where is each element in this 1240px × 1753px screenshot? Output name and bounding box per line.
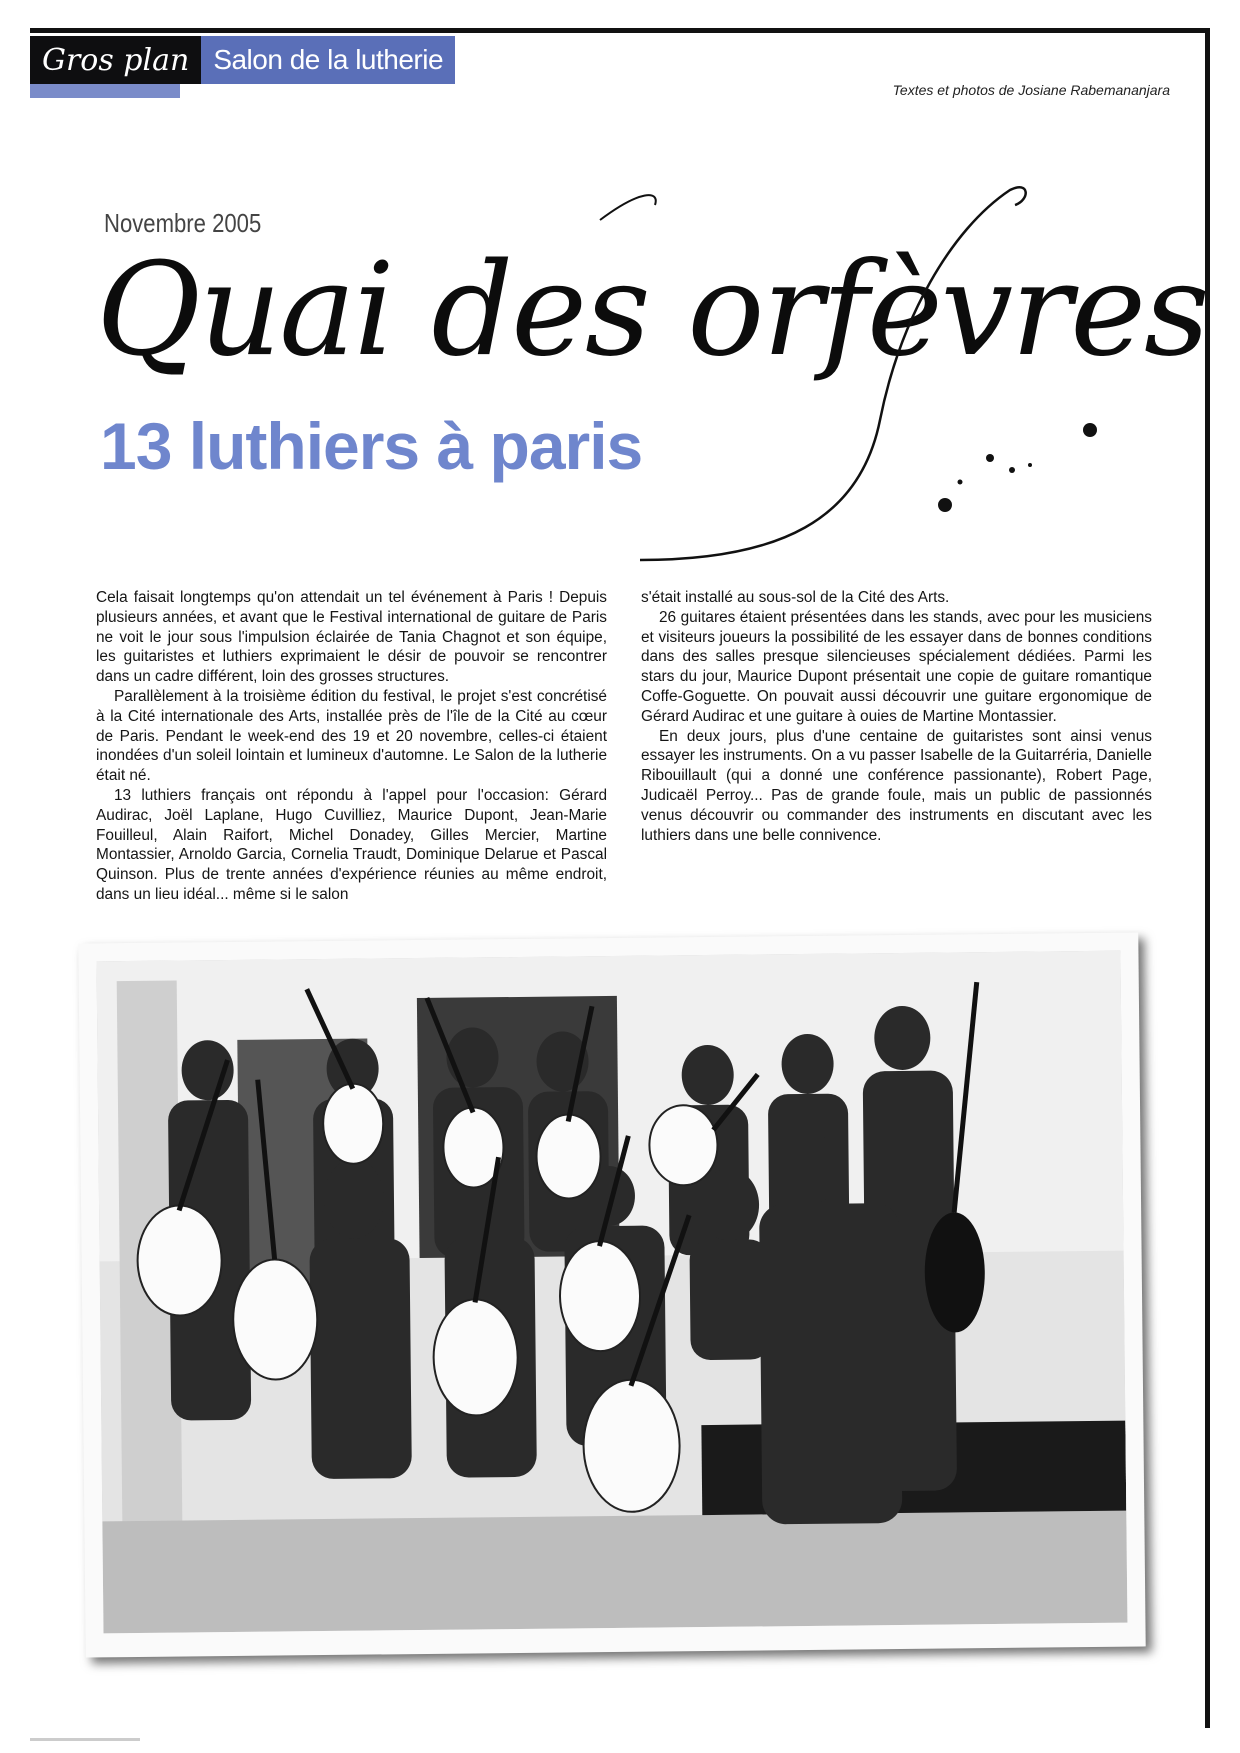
- credits: Textes et photos de Josiane Rabemananjar…: [892, 82, 1170, 98]
- article-date: Novembre 2005: [104, 208, 262, 238]
- page-footer-mark: [30, 1738, 140, 1741]
- tag-italic: Gros plan: [30, 36, 202, 84]
- ink-splatter: [1083, 423, 1097, 437]
- article-column-right: s'était installé au sous-sol de la Cité …: [641, 588, 1152, 905]
- paragraph: 26 guitares étaient présentées dans les …: [641, 608, 1152, 725]
- article-body: Cela faisait longtemps qu'on attendait u…: [96, 588, 1152, 905]
- group-photo-illustration: [96, 950, 1128, 1634]
- paragraph: 13 luthiers français ont répondu à l'app…: [96, 786, 607, 903]
- paragraph: s'était installé au sous-sol de la Cité …: [641, 589, 950, 606]
- top-rule: [30, 28, 1210, 33]
- group-photo: [96, 950, 1128, 1634]
- paragraph: Cela faisait longtemps qu'on attendait u…: [96, 589, 607, 686]
- tag-section: Salon de la lutherie: [201, 36, 456, 84]
- paragraph: Parallèlement à la troisième édition du …: [96, 687, 607, 785]
- photo-frame: [78, 932, 1146, 1658]
- article-subtitle: 13 luthiers à paris: [100, 409, 643, 483]
- paragraph: En deux jours, plus d'une centaine de gu…: [641, 727, 1152, 844]
- article-column-left: Cela faisait longtemps qu'on attendait u…: [96, 588, 607, 905]
- tag-strip: [30, 84, 180, 98]
- article-title: Quai des orfèvres: [96, 236, 1210, 385]
